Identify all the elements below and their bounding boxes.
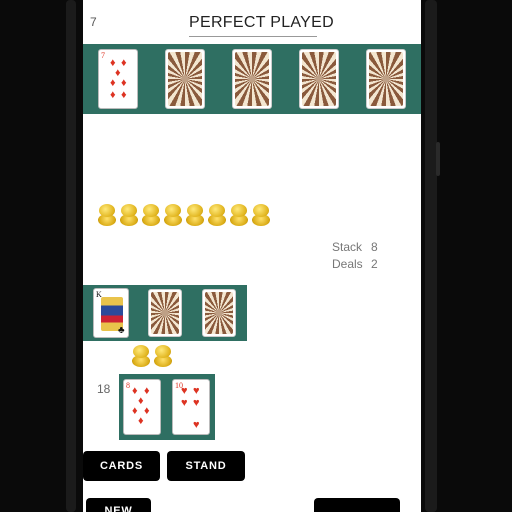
stack-label: Stack	[332, 240, 363, 254]
diamond-pip-icon: ♦	[121, 77, 127, 89]
player-card-back	[148, 289, 182, 337]
action-button[interactable]	[314, 498, 400, 512]
dealer-card-back	[366, 49, 406, 109]
coin-stack-icon	[120, 204, 138, 226]
diamond-pip-icon: ♦	[110, 89, 116, 101]
deals-label: Deals	[332, 257, 363, 271]
device-bezel-right	[425, 0, 437, 512]
score-counter: 7	[90, 15, 97, 29]
cards-button[interactable]: CARDS	[83, 451, 160, 481]
title-underline	[189, 36, 317, 37]
card-rank: 7	[101, 51, 105, 60]
dealer-card-back	[165, 49, 205, 109]
heart-pip-icon: ♥	[193, 397, 200, 409]
coin-stack-icon	[142, 204, 160, 226]
deals-value: 2	[371, 257, 378, 271]
diamond-pip-icon: ♦	[138, 395, 144, 407]
dealer-card-1: 7 ♦ ♦ ♦ ♦ ♦ ♦ ♦	[98, 49, 138, 109]
heart-pip-icon: ♥	[193, 385, 200, 397]
device-side-button	[436, 142, 440, 176]
coin-stack-icon	[208, 204, 226, 226]
diamond-pip-icon: ♦	[144, 385, 150, 397]
heart-pip-icon: ♥	[193, 419, 200, 431]
diamond-pip-icon: ♦	[110, 77, 116, 89]
diamond-pip-icon: ♦	[132, 385, 138, 397]
diamond-pip-icon: ♦	[121, 89, 127, 101]
coin-stack-icon	[164, 204, 182, 226]
diamond-pip-icon: ♦	[138, 415, 144, 427]
player-card-king: K ♣	[93, 288, 129, 338]
dealer-card-back	[232, 49, 272, 109]
club-pip-icon: ♣	[118, 325, 125, 336]
coin-stack-icon	[154, 345, 172, 367]
player-card-8-diamonds: 8 ♦ ♦ ♦ ♦ ♦ ♦	[123, 379, 161, 435]
diamond-pip-icon: ♦	[144, 405, 150, 417]
coin-stack-icon	[98, 204, 116, 226]
diamond-pip-icon: ♦	[132, 405, 138, 417]
player-card-10-hearts: 10 ♥ ♥ ♥ ♥ ♥	[172, 379, 210, 435]
heart-pip-icon: ♥	[181, 385, 188, 397]
game-screen: 7 PERFECT PLAYED 7 ♦ ♦ ♦ ♦ ♦ ♦ ♦ Stack 8…	[83, 0, 421, 512]
player-card-back	[202, 289, 236, 337]
coin-stack-icon	[186, 204, 204, 226]
coin-stack-icon	[252, 204, 270, 226]
stack-value: 8	[371, 240, 378, 254]
page-title: PERFECT PLAYED	[189, 14, 334, 31]
diamond-pip-icon: ♦	[121, 57, 127, 69]
dealer-card-back	[299, 49, 339, 109]
card-rank: 8	[126, 381, 130, 390]
hand-value: 18	[97, 382, 111, 396]
heart-pip-icon: ♥	[181, 397, 188, 409]
coin-stack-icon	[230, 204, 248, 226]
device-bezel-left	[66, 0, 76, 512]
new-button[interactable]: NEW	[86, 498, 151, 512]
stand-button[interactable]: STAND	[167, 451, 245, 481]
coin-stack-icon	[132, 345, 150, 367]
